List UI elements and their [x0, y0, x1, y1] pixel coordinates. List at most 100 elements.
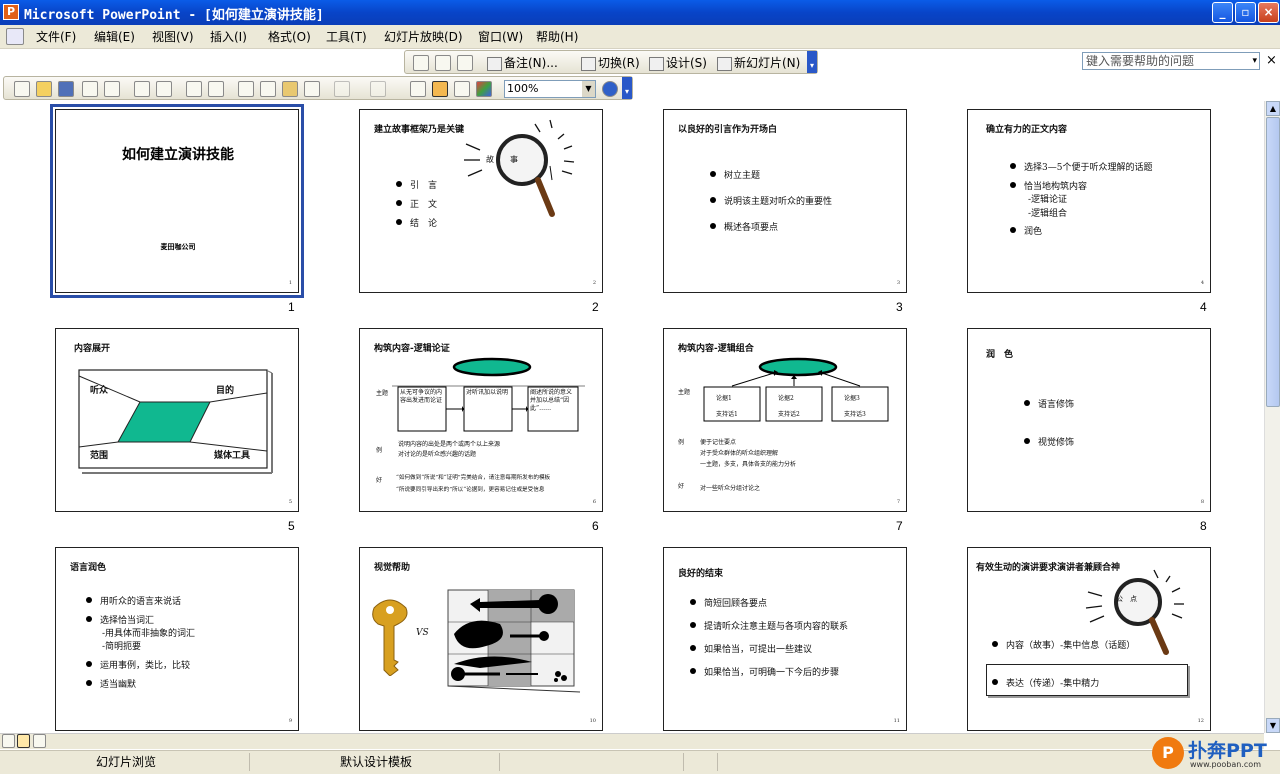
show-formatting-toggle-icon[interactable]	[432, 81, 448, 97]
slide-thumbnail-1[interactable]: 如何建立演讲技能 麦田咖公司 1	[50, 104, 304, 298]
slide-thumbnail-11[interactable]: 良好的结束 简短回顾各要点 提请听众注意主题与各项内容的联系 如果恰当，可提出一…	[663, 547, 907, 731]
slide-page-number: 1	[288, 280, 292, 286]
maximize-button[interactable]: ▫	[1235, 2, 1256, 23]
print-preview-icon[interactable]	[156, 81, 172, 97]
slide-thumbnail-12[interactable]: 有效生动的演讲要求演讲者兼顾合神 公 点 内容（故事）-集中信息（话题） 表达（…	[967, 547, 1211, 731]
design-button[interactable]: 设计(S)	[649, 54, 707, 72]
scroll-down-icon[interactable]: ▼	[1266, 718, 1280, 733]
menu-format[interactable]: 格式(O)	[268, 28, 311, 45]
bullet-item: 提请听众注意主题与各项内容的联系	[689, 619, 848, 632]
menu-tools[interactable]: 工具(T)	[326, 28, 367, 45]
bullet-item: 选择3—5个便于听众理解的话题	[1009, 160, 1152, 173]
toolbar-options-chevron-icon[interactable]: ▾	[807, 51, 817, 73]
slide-page-number: 7	[896, 499, 900, 505]
bullet-item: 引 言	[395, 178, 437, 191]
document-icon[interactable]	[6, 28, 24, 45]
color-grayscale-icon[interactable]	[476, 81, 492, 97]
slide-thumbnail-6[interactable]: 构筑内容-逻辑论证 主题 从无可争议的内容出发进而论证 对听讯加以说明 阐述所说…	[359, 328, 603, 512]
slide-page-number: 9	[288, 718, 292, 724]
menu-view[interactable]: 视图(V)	[152, 28, 194, 45]
vertical-scrollbar[interactable]: ▲ ▼	[1264, 101, 1280, 733]
notes-button[interactable]: 备注(N)...	[487, 54, 558, 72]
help-icon[interactable]	[602, 81, 618, 97]
slide-thumbnail-10[interactable]: 视觉帮助 VS 10	[359, 547, 603, 731]
new-document-icon[interactable]	[14, 81, 30, 97]
spelling-icon[interactable]	[186, 81, 202, 97]
print-icon[interactable]	[134, 81, 150, 97]
zoom-select[interactable]: 100% ▼	[504, 80, 596, 98]
close-button[interactable]: ×	[1258, 2, 1279, 23]
sub-bullet: -逻辑论证	[1028, 195, 1068, 205]
status-language	[504, 753, 684, 771]
expand-all-icon[interactable]	[410, 81, 426, 97]
slide-thumbnail-4[interactable]: 确立有力的正文内容 选择3—5个便于听众理解的话题 恰当地构筑内容 -逻辑论证 …	[967, 109, 1211, 293]
new-slide-button[interactable]: 新幻灯片(N)	[717, 54, 800, 72]
slide-sorter: 如何建立演讲技能 麦田咖公司 1 1 建立故事框架乃是关键 引 言 正 文 结 …	[0, 101, 1264, 752]
argument-label: 论据1	[716, 395, 732, 402]
email-icon[interactable]	[104, 81, 120, 97]
help-search-input[interactable]: 键入需要帮助的问题 ▾	[1082, 52, 1260, 70]
summary-slide-icon[interactable]	[435, 55, 451, 71]
chevron-down-icon: ▼	[582, 81, 595, 97]
format-painter-icon[interactable]	[304, 81, 320, 97]
slide-page-number: 6	[592, 499, 596, 505]
paste-icon[interactable]	[282, 81, 298, 97]
argument-support: 支持话1	[716, 411, 738, 418]
show-formatting-icon[interactable]	[457, 55, 473, 71]
bullet-item: 如果恰当，可提出一些建议	[689, 642, 812, 655]
row-label: 例	[376, 447, 383, 454]
scroll-thumb[interactable]	[1266, 117, 1280, 407]
normal-view-icon[interactable]	[2, 734, 15, 748]
menu-slideshow[interactable]: 幻灯片放映(D)	[384, 28, 463, 45]
chevron-down-icon[interactable]: ▾	[1252, 53, 1257, 69]
status-spelling	[688, 753, 718, 771]
slide-thumbnail-8[interactable]: 润 色 语言修饰 视觉修饰 8	[967, 328, 1211, 512]
research-icon[interactable]	[208, 81, 224, 97]
open-folder-icon[interactable]	[36, 81, 52, 97]
slideshow-view-icon[interactable]	[33, 734, 46, 748]
hide-slide-icon[interactable]	[413, 55, 429, 71]
slide-thumbnail-5[interactable]: 内容展开 听众 目的 范围 媒体工具 5	[55, 328, 299, 512]
menu-help[interactable]: 帮助(H)	[536, 28, 578, 45]
slide-thumbnail-3[interactable]: 以良好的引言作为开场白 树立主题 说明该主题对听众的重要性 概述各项要点 3	[663, 109, 907, 293]
slide-page-number: 12	[1197, 718, 1204, 724]
good-item: “如何做到“所说”和“证明”完美结合，请注意每期所发布的模板	[396, 475, 551, 481]
slide-page-number: 4	[1200, 280, 1204, 286]
slide-page-number: 11	[893, 718, 900, 724]
scroll-up-icon[interactable]: ▲	[1266, 101, 1280, 116]
row-label: 好	[376, 477, 383, 484]
cut-icon[interactable]	[238, 81, 254, 97]
menu-bar: 文件(F) 编辑(E) 视图(V) 插入(I) 格式(O) 工具(T) 幻灯片放…	[0, 25, 1280, 70]
transition-button[interactable]: 切换(R)	[581, 54, 640, 72]
document-close-icon[interactable]: ×	[1266, 53, 1277, 68]
menu-window[interactable]: 窗口(W)	[478, 28, 523, 45]
slide-thumbnail-2[interactable]: 建立故事框架乃是关键 引 言 正 文 结 论 故 事 2	[359, 109, 603, 293]
zoom-value: 100%	[507, 82, 539, 95]
bullet-item: 内容（故事）-集中信息（话题）	[991, 638, 1135, 651]
powerpoint-app-icon[interactable]: P	[3, 4, 19, 20]
copy-icon[interactable]	[260, 81, 276, 97]
toolbar-options-chevron-icon[interactable]: ▾	[622, 77, 632, 99]
slide-thumbnail-7[interactable]: 构筑内容-逻辑组合 主题 论据1 支持话1 论据2 支持话2 论据3 支持话3 …	[663, 328, 907, 512]
grid-icon[interactable]	[454, 81, 470, 97]
menu-file[interactable]: 文件(F)	[36, 28, 76, 45]
note-item: 一主题，多支，具体各支的能力分析	[700, 461, 797, 468]
slide-number: 4	[1200, 300, 1207, 314]
key-icon	[372, 599, 408, 676]
minimize-button[interactable]: _	[1212, 2, 1233, 23]
bullet-item: 恰当地构筑内容	[1009, 179, 1087, 192]
save-icon[interactable]	[58, 81, 74, 97]
visual-chaos-graphic	[447, 589, 581, 693]
bullet-item: 概述各项要点	[709, 220, 778, 233]
slide-sorter-view-icon[interactable]	[17, 734, 30, 748]
argument-label: 论据2	[778, 395, 794, 402]
undo-icon[interactable]	[334, 81, 350, 97]
redo-icon[interactable]	[370, 81, 386, 97]
status-bar: 幻灯片浏览 默认设计模板	[0, 750, 1280, 774]
slide-thumbnail-9[interactable]: 语言润色 用听众的语言来说话 选择恰当词汇 -用具体而非抽象的词汇 -简明扼要 …	[55, 547, 299, 731]
menu-insert[interactable]: 插入(I)	[210, 28, 247, 45]
row-label: 主题	[376, 390, 389, 397]
diagram-label: 目的	[216, 386, 235, 396]
permission-icon[interactable]	[82, 81, 98, 97]
menu-edit[interactable]: 编辑(E)	[94, 28, 135, 45]
